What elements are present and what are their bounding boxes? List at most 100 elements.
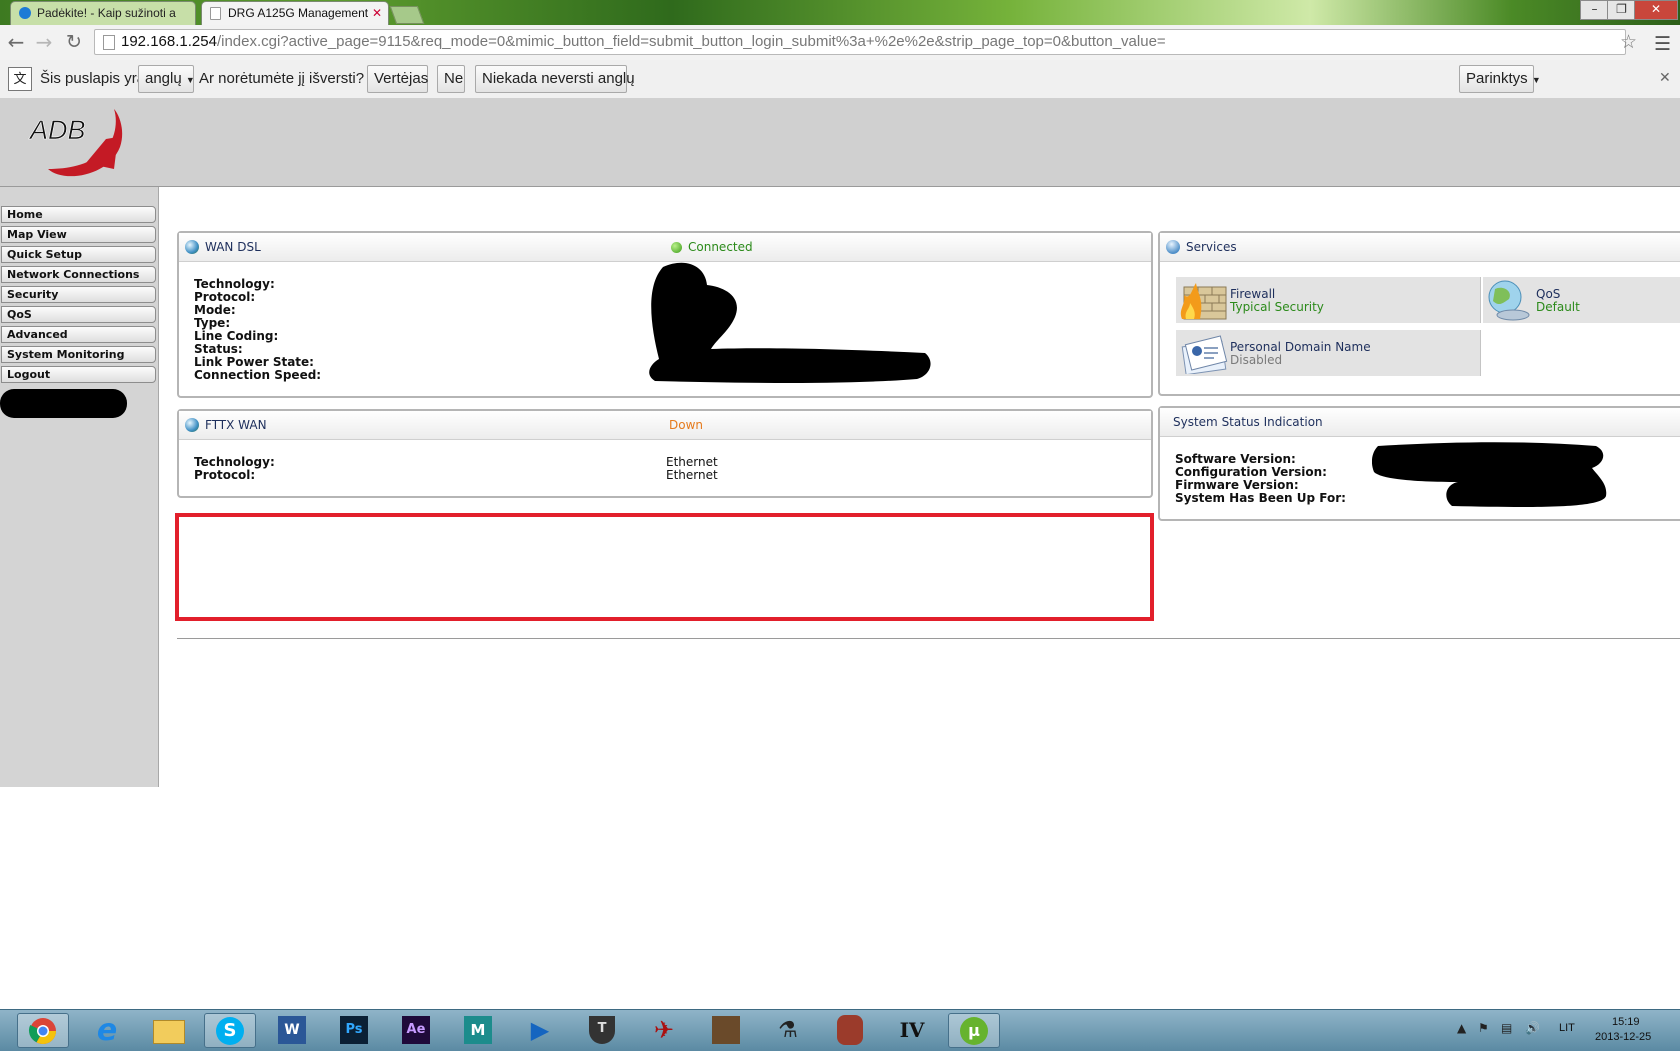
internet-explorer-icon[interactable]: e bbox=[81, 1013, 133, 1048]
tab-close-icon[interactable]: ✕ bbox=[372, 2, 382, 25]
chrome-icon[interactable] bbox=[17, 1013, 69, 1048]
browser-tab-active[interactable]: DRG A125G Management ✕ bbox=[201, 1, 389, 25]
sidebar-item-logout[interactable]: Logout bbox=[1, 366, 156, 383]
system-status-panel: System Status Indication Software Versio… bbox=[1158, 406, 1680, 521]
globe-icon bbox=[185, 240, 199, 254]
options-button[interactable]: Parinktys ▼ bbox=[1459, 65, 1541, 93]
translate-button[interactable]: Vertėjas bbox=[367, 65, 428, 93]
annotation-highlight-box bbox=[175, 513, 1154, 621]
volume-icon[interactable]: 🔊 bbox=[1525, 1021, 1540, 1035]
panel-title: System Status Indication bbox=[1173, 415, 1323, 429]
service-qos[interactable]: QoS Default bbox=[1483, 277, 1680, 323]
service-firewall[interactable]: Firewall Typical Security bbox=[1176, 277, 1481, 323]
tab-title: Padėkite! - Kaip sužinoti a bbox=[37, 6, 176, 20]
browser-tab-inactive[interactable]: Padėkite! - Kaip sužinoti a bbox=[10, 1, 196, 25]
chevron-down-icon: ▼ bbox=[1531, 75, 1541, 85]
service-name: QoS bbox=[1536, 287, 1561, 301]
new-tab-button[interactable] bbox=[389, 6, 425, 24]
sidebar-nav: Home Map View Quick Setup Network Connec… bbox=[0, 187, 159, 787]
minimize-icon[interactable]: – bbox=[1580, 0, 1609, 20]
connected-status-icon bbox=[671, 242, 682, 253]
service-status: Disabled bbox=[1230, 353, 1283, 367]
clock-date[interactable]: 2013-12-25 bbox=[1595, 1031, 1651, 1043]
close-infobar-icon[interactable]: ✕ bbox=[1659, 69, 1671, 86]
game-face-icon[interactable] bbox=[700, 1013, 752, 1048]
game-woman-icon[interactable] bbox=[824, 1013, 876, 1048]
services-panel: Services Firewall Typical Security QoS D… bbox=[1158, 231, 1680, 396]
domain-card-icon bbox=[1181, 335, 1228, 374]
sidebar-item-advanced[interactable]: Advanced bbox=[1, 326, 156, 343]
url-host: 192.168.1.254 bbox=[121, 33, 217, 50]
qos-icon bbox=[1488, 280, 1530, 321]
page-icon bbox=[103, 35, 115, 50]
input-language[interactable]: LIT bbox=[1559, 1022, 1575, 1034]
close-window-icon[interactable]: ✕ bbox=[1634, 0, 1678, 20]
service-name: Firewall bbox=[1230, 287, 1276, 301]
sidebar-item-network-connections[interactable]: Network Connections bbox=[1, 266, 156, 283]
network-icon[interactable]: ▤ bbox=[1501, 1021, 1512, 1035]
panel-header: Services bbox=[1160, 233, 1680, 262]
after-effects-icon[interactable]: Ae bbox=[390, 1013, 442, 1048]
globe-icon bbox=[185, 418, 199, 432]
firewall-icon bbox=[1180, 283, 1227, 320]
gta-iv-icon[interactable]: IV bbox=[886, 1013, 938, 1048]
panel-title: FTTX WAN bbox=[205, 418, 267, 432]
never-translate-button[interactable]: Niekada neversti anglų bbox=[475, 65, 635, 93]
windows-taskbar: e S W Ps Ae M ▶ T ✈ ⚗ IV μ bbox=[0, 1009, 1680, 1051]
reload-icon[interactable]: ↻ bbox=[62, 30, 86, 54]
panel-header: System Status Indication bbox=[1160, 408, 1680, 437]
file-explorer-icon[interactable] bbox=[143, 1013, 195, 1048]
forum-favicon-icon bbox=[19, 7, 31, 19]
clock-time[interactable]: 15:19 bbox=[1612, 1016, 1640, 1028]
sidebar-item-quick-setup[interactable]: Quick Setup bbox=[1, 246, 156, 263]
sidebar-item-security[interactable]: Security bbox=[1, 286, 156, 303]
panel-header: FTTX WAN Down bbox=[179, 411, 1151, 440]
decline-button[interactable]: Ne bbox=[437, 65, 465, 93]
media-player-icon[interactable]: ▶ bbox=[514, 1013, 566, 1048]
back-arrow-icon[interactable]: ← bbox=[4, 30, 28, 54]
field-label: System Has Been Up For: bbox=[1175, 491, 1346, 505]
service-status: Default bbox=[1536, 300, 1580, 314]
skype-icon[interactable]: S bbox=[204, 1013, 256, 1048]
service-personal-domain-name[interactable]: Personal Domain Name Disabled bbox=[1176, 330, 1481, 376]
photoshop-icon[interactable]: Ps bbox=[328, 1013, 380, 1048]
connection-status: Down bbox=[669, 418, 704, 432]
maya-icon[interactable]: M bbox=[452, 1013, 504, 1048]
browser-tab-strip: Padėkite! - Kaip sužinoti a DRG A125G Ma… bbox=[0, 0, 1680, 25]
language-select[interactable]: anglų ▼ bbox=[138, 65, 195, 93]
game-plane-icon[interactable]: ✈ bbox=[638, 1013, 690, 1048]
tab-title: DRG A125G Management bbox=[228, 6, 369, 20]
services-icon bbox=[1166, 240, 1180, 254]
action-center-flag-icon[interactable]: ⚑ bbox=[1478, 1021, 1489, 1035]
adb-logo: ADB bbox=[28, 109, 123, 177]
word-icon[interactable]: W bbox=[266, 1013, 318, 1048]
translate-icon: 文 bbox=[8, 67, 32, 91]
service-status: Typical Security bbox=[1230, 300, 1324, 314]
page-header: ADB bbox=[0, 98, 1680, 187]
maximize-icon[interactable]: ❐ bbox=[1607, 0, 1636, 20]
sidebar-item-qos[interactable]: QoS bbox=[1, 306, 156, 323]
service-name: Personal Domain Name bbox=[1230, 340, 1371, 354]
sidebar-item-system-monitoring[interactable]: System Monitoring bbox=[1, 346, 156, 363]
url-path: /index.cgi?active_page=9115&req_mode=0&m… bbox=[216, 33, 1166, 50]
translate-infobar: 文 Šis puslapis yra anglų ▼ Ar norėtumėte… bbox=[0, 60, 1680, 99]
language-value: anglų bbox=[145, 70, 182, 87]
sidebar-item-map-view[interactable]: Map View bbox=[1, 226, 156, 243]
svg-text:ADB: ADB bbox=[28, 115, 86, 145]
panel-title: WAN DSL bbox=[205, 240, 261, 254]
world-of-tanks-icon[interactable]: T bbox=[576, 1013, 628, 1048]
menu-icon[interactable]: ☰ bbox=[1654, 32, 1671, 56]
counter-strike-icon[interactable]: ⚗ bbox=[762, 1013, 814, 1048]
page-favicon-icon bbox=[210, 7, 221, 20]
bookmark-star-icon[interactable]: ☆ bbox=[1620, 30, 1637, 54]
sidebar-item-home[interactable]: Home bbox=[1, 206, 156, 223]
redaction-mark bbox=[649, 262, 931, 383]
field-value: Ethernet bbox=[666, 468, 718, 482]
utorrent-icon[interactable]: μ bbox=[948, 1013, 1000, 1048]
address-bar[interactable]: 192.168.1.254/index.cgi?active_page=9115… bbox=[94, 29, 1626, 55]
wan-dsl-panel: WAN DSL Connected Technology: Protocol: … bbox=[177, 231, 1153, 398]
content-divider bbox=[177, 638, 1680, 639]
tray-expand-icon[interactable]: ▲ bbox=[1457, 1021, 1466, 1035]
browser-toolbar: ← → ↻ 192.168.1.254/index.cgi?active_pag… bbox=[0, 25, 1680, 61]
forward-arrow-icon[interactable]: → bbox=[32, 30, 56, 54]
